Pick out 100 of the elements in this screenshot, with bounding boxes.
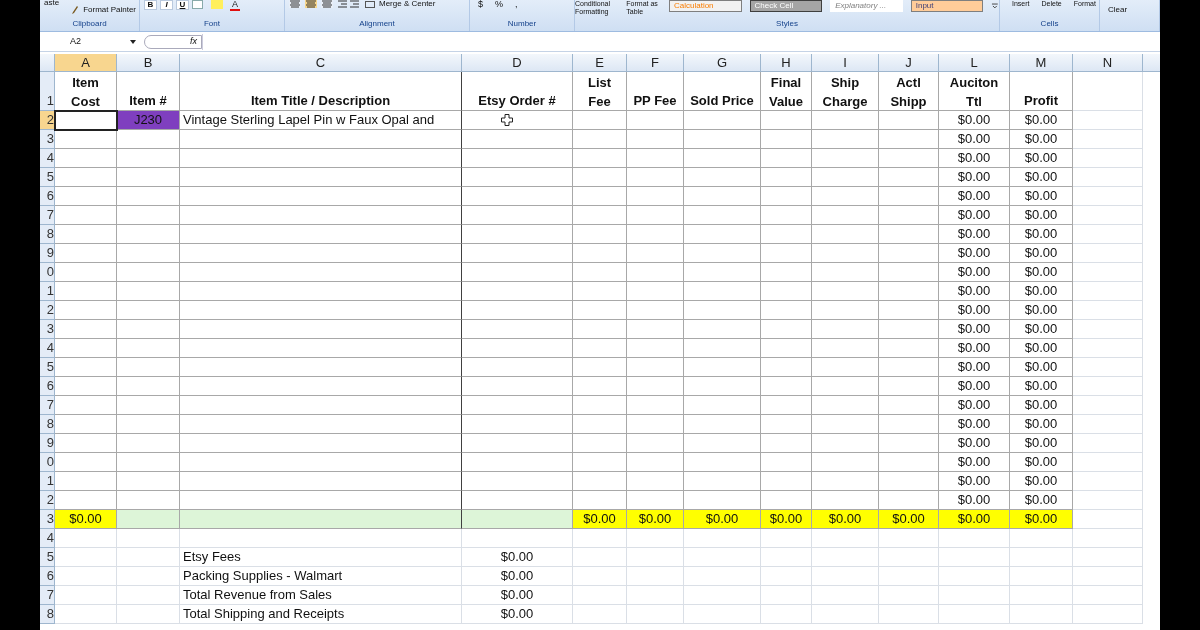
merge-center-button[interactable]: Merge & Center xyxy=(365,0,436,8)
underline-button[interactable]: U xyxy=(176,0,189,10)
clear-button[interactable]: Clear xyxy=(1108,4,1128,16)
table-cell xyxy=(573,605,627,624)
row-header[interactable]: 1 xyxy=(40,72,55,111)
number-format-button[interactable]: $ xyxy=(478,0,483,8)
table-cell xyxy=(879,320,939,339)
name-box[interactable]: A2 xyxy=(40,33,140,50)
table-cell xyxy=(55,282,117,301)
cell-style-swatch[interactable]: Input xyxy=(910,0,984,12)
table-cell xyxy=(879,434,939,453)
row-header[interactable]: 1 xyxy=(40,282,55,301)
column-header[interactable]: G xyxy=(684,54,761,71)
row-header[interactable]: 2 xyxy=(40,491,55,510)
more-styles-icon[interactable] xyxy=(991,0,999,10)
table-cell xyxy=(117,149,180,168)
row-header[interactable]: 3 xyxy=(40,320,55,339)
number-format-button[interactable]: % xyxy=(495,0,504,8)
table-cell: $0.00 xyxy=(939,377,1010,396)
column-title: Sold Price xyxy=(684,72,761,111)
row-header[interactable]: 7 xyxy=(40,396,55,415)
number-format-button[interactable]: , xyxy=(515,0,518,8)
cell-style-swatch[interactable]: Explanatory ... xyxy=(830,0,903,12)
table-cell: $0.00 xyxy=(627,510,684,529)
column-header[interactable]: H xyxy=(761,54,812,71)
paste-button[interactable]: aste xyxy=(44,0,60,7)
row-header[interactable]: 5 xyxy=(40,168,55,187)
bold-button[interactable]: B xyxy=(144,0,157,10)
row-header[interactable]: 9 xyxy=(40,434,55,453)
column-header[interactable]: L xyxy=(939,54,1010,71)
row-header[interactable]: 7 xyxy=(40,206,55,225)
row-header[interactable]: 5 xyxy=(40,548,55,567)
table-cell xyxy=(879,244,939,263)
align-icon[interactable] xyxy=(305,0,317,8)
table-cell xyxy=(627,339,684,358)
table-cell xyxy=(55,377,117,396)
align-icon[interactable] xyxy=(289,0,301,8)
table-cell: $0.00 xyxy=(1010,263,1073,282)
row-header[interactable]: 1 xyxy=(40,472,55,491)
column-header[interactable]: C xyxy=(180,54,462,71)
table-cell xyxy=(1073,225,1143,244)
row-header[interactable]: 4 xyxy=(40,149,55,168)
table-cell xyxy=(627,605,684,624)
table-cell xyxy=(627,529,684,548)
indent-icon[interactable] xyxy=(337,0,361,8)
column-header[interactable]: F xyxy=(627,54,684,71)
row-header[interactable]: 4 xyxy=(40,339,55,358)
table-cell xyxy=(761,263,812,282)
table-cell xyxy=(879,548,939,567)
table-cell xyxy=(573,567,627,586)
column-header[interactable]: I xyxy=(812,54,879,71)
row-header[interactable]: 3 xyxy=(40,510,55,529)
italic-button[interactable]: I xyxy=(160,0,173,10)
row-header[interactable]: 3 xyxy=(40,130,55,149)
column-header[interactable]: J xyxy=(879,54,939,71)
table-cell xyxy=(117,244,180,263)
table-cell: $0.00 xyxy=(939,206,1010,225)
table-cell: $0.00 xyxy=(939,472,1010,491)
table-cell: $0.00 xyxy=(939,282,1010,301)
align-icon[interactable] xyxy=(321,0,333,8)
table-cell xyxy=(939,548,1010,567)
row-header[interactable]: 8 xyxy=(40,605,55,624)
table-cell xyxy=(812,206,879,225)
row-header[interactable]: 0 xyxy=(40,263,55,282)
row-header[interactable]: 0 xyxy=(40,453,55,472)
table-cell xyxy=(879,263,939,282)
font-color-button[interactable]: A xyxy=(230,0,240,11)
column-header[interactable]: M xyxy=(1010,54,1073,71)
row-header[interactable]: 5 xyxy=(40,358,55,377)
table-cell xyxy=(1073,130,1143,149)
table-cell: $0.00 xyxy=(939,168,1010,187)
row-header[interactable]: 6 xyxy=(40,377,55,396)
table-cell xyxy=(117,168,180,187)
table-cell xyxy=(879,605,939,624)
table-cell xyxy=(117,225,180,244)
row-header[interactable]: 9 xyxy=(40,244,55,263)
column-header[interactable]: B xyxy=(117,54,180,71)
column-header[interactable]: E xyxy=(573,54,627,71)
table-cell: $0.00 xyxy=(462,548,573,567)
row-header[interactable]: 7 xyxy=(40,586,55,605)
table-cell xyxy=(117,453,180,472)
table-cell xyxy=(812,320,879,339)
table-cell xyxy=(573,415,627,434)
row-header[interactable]: 6 xyxy=(40,187,55,206)
table-cell xyxy=(1073,415,1143,434)
table-cell xyxy=(879,567,939,586)
column-header[interactable]: A xyxy=(55,54,117,71)
column-header[interactable]: N xyxy=(1073,54,1143,71)
row-header[interactable]: 4 xyxy=(40,529,55,548)
row-header[interactable]: 6 xyxy=(40,567,55,586)
table-cell xyxy=(627,244,684,263)
row-header[interactable]: 8 xyxy=(40,415,55,434)
table-cell xyxy=(55,225,117,244)
table-cell: $0.00 xyxy=(939,320,1010,339)
format-painter-button[interactable]: Format Painter xyxy=(71,4,137,16)
column-header[interactable]: D xyxy=(462,54,573,71)
selected-cell[interactable] xyxy=(55,111,117,130)
row-header[interactable]: 8 xyxy=(40,225,55,244)
row-header[interactable]: 2 xyxy=(40,301,55,320)
table-cell xyxy=(761,586,812,605)
